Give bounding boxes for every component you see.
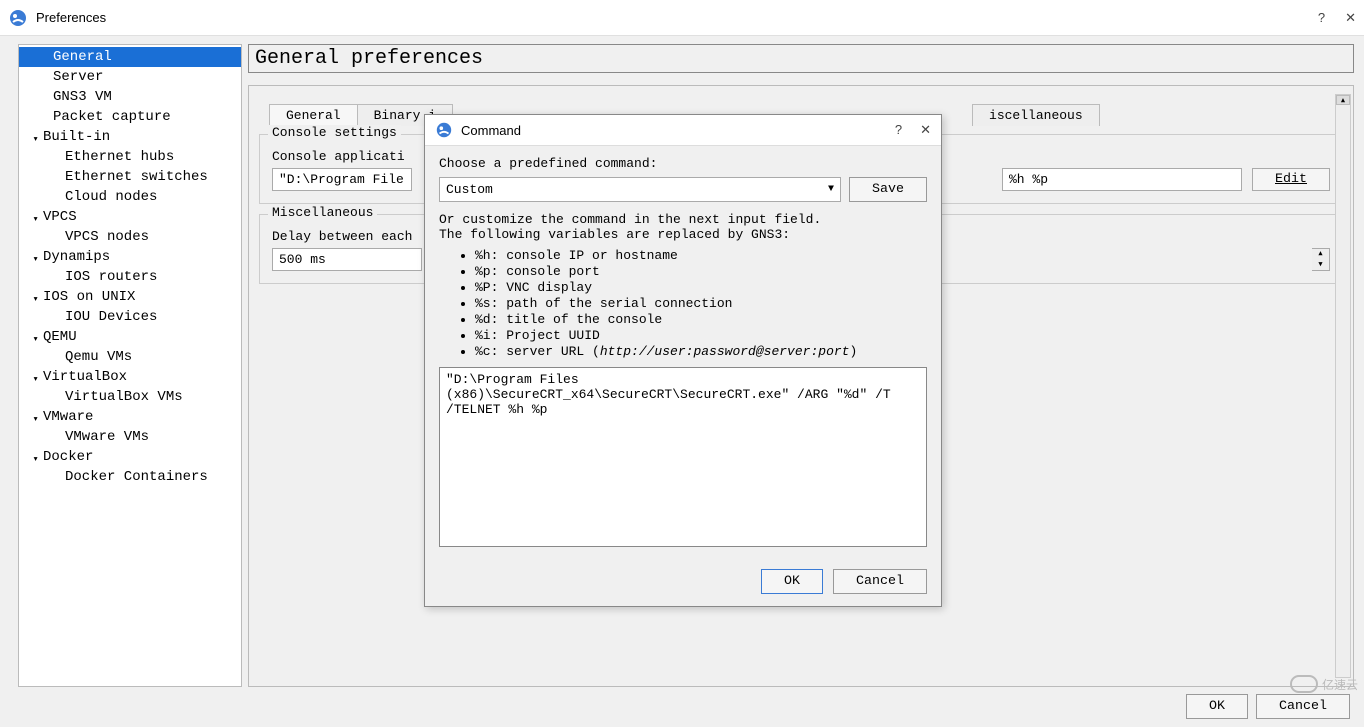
tree-item-general[interactable]: General bbox=[19, 47, 241, 67]
command-preset-combo[interactable]: Custom ▼ bbox=[439, 177, 841, 202]
tree-item-docker[interactable]: Docker bbox=[19, 447, 241, 467]
dialog-ok-button[interactable]: OK bbox=[761, 569, 823, 594]
customize-hint-2: The following variables are replaced by … bbox=[439, 227, 927, 242]
choose-command-label: Choose a predefined command: bbox=[439, 156, 927, 171]
tree-item-gns3-vm[interactable]: GNS3 VM bbox=[19, 87, 241, 107]
tree-item-vpcs-nodes[interactable]: VPCS nodes bbox=[19, 227, 241, 247]
tab-miscellaneous[interactable]: iscellaneous bbox=[972, 104, 1100, 126]
variable-item: %s: path of the serial connection bbox=[475, 296, 927, 311]
preferences-tree[interactable]: GeneralServerGNS3 VMPacket captureBuilt-… bbox=[18, 44, 242, 687]
variable-item: %i: Project UUID bbox=[475, 328, 927, 343]
save-button[interactable]: Save bbox=[849, 177, 927, 202]
tree-item-ethernet-hubs[interactable]: Ethernet hubs bbox=[19, 147, 241, 167]
tree-item-built-in[interactable]: Built-in bbox=[19, 127, 241, 147]
tree-item-packet-capture[interactable]: Packet capture bbox=[19, 107, 241, 127]
preferences-buttons: OK Cancel bbox=[1186, 694, 1350, 719]
watermark-text: 亿速云 bbox=[1322, 676, 1358, 693]
dialog-title: Command bbox=[461, 123, 895, 138]
tree-item-docker-containers[interactable]: Docker Containers bbox=[19, 467, 241, 487]
window-close-button[interactable]: ✕ bbox=[1345, 10, 1356, 26]
pref-cancel-button[interactable]: Cancel bbox=[1256, 694, 1350, 719]
tree-item-ethernet-switches[interactable]: Ethernet switches bbox=[19, 167, 241, 187]
command-dialog: Command ? ✕ Choose a predefined command:… bbox=[424, 114, 942, 607]
help-button[interactable]: ? bbox=[1318, 10, 1325, 26]
tree-item-iou-devices[interactable]: IOU Devices bbox=[19, 307, 241, 327]
combo-value: Custom bbox=[446, 182, 493, 197]
scrollbar[interactable]: ▲ bbox=[1335, 94, 1351, 678]
page-title: General preferences bbox=[248, 44, 1354, 73]
miscellaneous-legend: Miscellaneous bbox=[268, 205, 377, 220]
dialog-help-button[interactable]: ? bbox=[895, 122, 902, 138]
console-app-input-left[interactable] bbox=[272, 168, 412, 191]
spinner-down-icon[interactable]: ▼ bbox=[1312, 260, 1329, 271]
tree-item-virtualbox[interactable]: VirtualBox bbox=[19, 367, 241, 387]
dialog-cancel-button[interactable]: Cancel bbox=[833, 569, 927, 594]
tree-item-vmware-vms[interactable]: VMware VMs bbox=[19, 427, 241, 447]
variable-item: %p: console port bbox=[475, 264, 927, 279]
dialog-app-icon bbox=[435, 121, 453, 139]
console-settings-legend: Console settings bbox=[268, 125, 401, 140]
variable-item: %d: title of the console bbox=[475, 312, 927, 327]
customize-hint-1: Or customize the command in the next inp… bbox=[439, 212, 927, 227]
tree-item-virtualbox-vms[interactable]: VirtualBox VMs bbox=[19, 387, 241, 407]
command-textarea[interactable] bbox=[439, 367, 927, 547]
tree-item-qemu-vms[interactable]: Qemu VMs bbox=[19, 347, 241, 367]
tree-item-vpcs[interactable]: VPCS bbox=[19, 207, 241, 227]
window-title: Preferences bbox=[36, 10, 1318, 25]
delay-spinner[interactable]: ▲ ▼ bbox=[1312, 248, 1330, 271]
tree-item-server[interactable]: Server bbox=[19, 67, 241, 87]
delay-input[interactable] bbox=[272, 248, 422, 271]
tree-item-qemu[interactable]: QEMU bbox=[19, 327, 241, 347]
edit-button[interactable]: Edit bbox=[1252, 168, 1330, 191]
variable-item: %P: VNC display bbox=[475, 280, 927, 295]
tree-item-ios-routers[interactable]: IOS routers bbox=[19, 267, 241, 287]
tree-item-vmware[interactable]: VMware bbox=[19, 407, 241, 427]
console-app-input-right[interactable] bbox=[1002, 168, 1242, 191]
tree-item-ios-on-unix[interactable]: IOS on UNIX bbox=[19, 287, 241, 307]
spinner-up-icon[interactable]: ▲ bbox=[1312, 249, 1329, 260]
variable-item: %h: console IP or hostname bbox=[475, 248, 927, 263]
titlebar: Preferences ? ✕ bbox=[0, 0, 1364, 36]
variable-list: %h: console IP or hostname%p: console po… bbox=[439, 248, 927, 359]
dialog-close-button[interactable]: ✕ bbox=[920, 122, 931, 138]
tree-item-cloud-nodes[interactable]: Cloud nodes bbox=[19, 187, 241, 207]
variable-item: %c: server URL (http://user:password@ser… bbox=[475, 344, 927, 359]
tab-general[interactable]: General bbox=[269, 104, 358, 126]
chevron-down-icon: ▼ bbox=[828, 184, 834, 195]
scrollbar-thumb-top[interactable]: ▲ bbox=[1336, 95, 1350, 105]
pref-ok-button[interactable]: OK bbox=[1186, 694, 1248, 719]
cloud-icon bbox=[1290, 675, 1318, 693]
dialog-titlebar: Command ? ✕ bbox=[425, 115, 941, 146]
app-icon bbox=[8, 8, 28, 28]
tree-item-dynamips[interactable]: Dynamips bbox=[19, 247, 241, 267]
watermark: 亿速云 bbox=[1290, 675, 1358, 693]
